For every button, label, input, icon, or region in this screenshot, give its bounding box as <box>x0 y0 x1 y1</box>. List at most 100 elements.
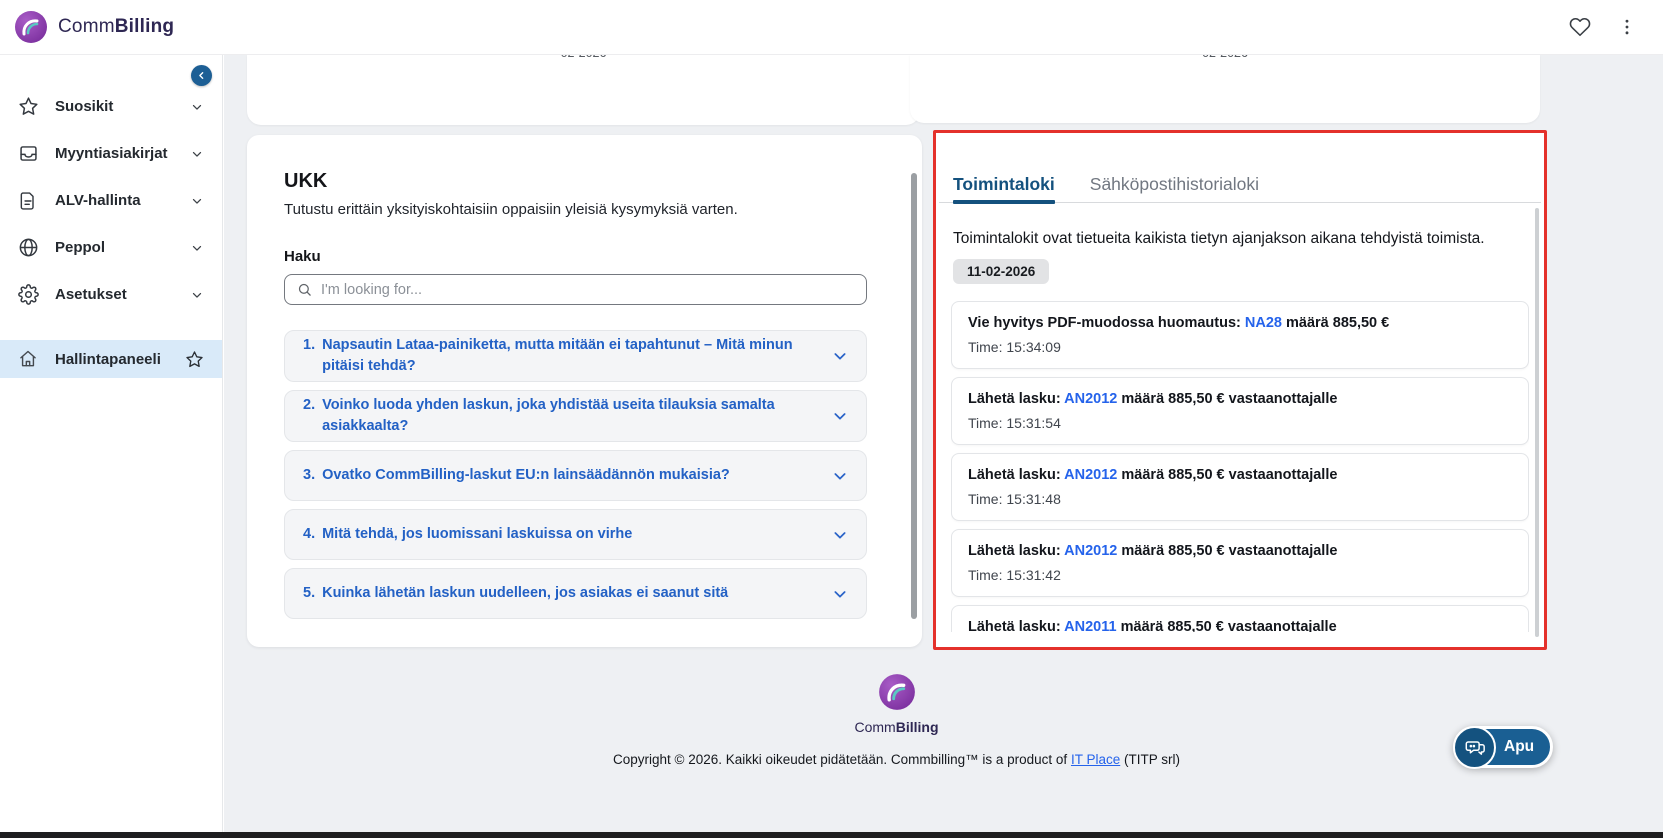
faq-search-input[interactable] <box>321 281 854 298</box>
faq-title: UKK <box>284 170 328 192</box>
sidebar-item-hallintapaneeli-active[interactable]: Hallintapaneeli <box>0 340 222 378</box>
document-icon <box>18 191 40 211</box>
log-entry: Vie hyvitys PDF-muodossa huomautus: NA28… <box>951 301 1529 369</box>
gear-icon <box>18 284 40 305</box>
log-entry-text: Lähetä lasku: AN2012 määrä 885,50 € vast… <box>968 467 1338 483</box>
log-entry-text: Lähetä lasku: AN2011 määrä 885,50 € vast… <box>968 618 1512 632</box>
sidebar-item-label: Peppol <box>55 239 106 256</box>
sidebar-item-asetukset[interactable]: Asetukset <box>0 271 222 318</box>
chevron-down-icon <box>832 348 848 364</box>
chevron-down-icon <box>190 147 204 161</box>
log-entry-ref-link[interactable]: NA28 <box>1245 315 1282 331</box>
chevron-down-icon <box>190 288 204 302</box>
sidebar-item-myyntiasiakirjat[interactable]: Myyntiasiakirjat <box>0 130 222 177</box>
log-entry-text: Vie hyvitys PDF-muodossa huomautus: NA28… <box>968 315 1390 331</box>
home-icon <box>18 349 40 369</box>
faq-item-question: Voinko luoda yhden laskun, joka yhdistää… <box>322 397 775 434</box>
log-entry-ref-link[interactable]: AN2011 <box>1064 619 1116 632</box>
activity-log-list: Vie hyvitys PDF-muodossa huomautus: NA28… <box>951 301 1529 632</box>
sidebar-item-suosikit[interactable]: Suosikit <box>0 83 222 130</box>
log-entry: Lähetä lasku: AN2012 määrä 885,50 € vast… <box>951 529 1529 597</box>
log-entry-time: Time: 15:31:48 <box>968 491 1061 507</box>
chart-card-left-partial: 02-2026 <box>247 55 920 125</box>
date-badge: 11-02-2026 <box>953 259 1050 284</box>
help-button[interactable]: Apu <box>1453 725 1554 769</box>
sidebar: Suosikit Myyntiasiakirjat ALV-hallinta P… <box>0 55 223 832</box>
faq-item-number: 5. <box>303 585 316 601</box>
tab-sahkopostihistorialoki[interactable]: Sähköpostihistorialoki <box>1090 174 1259 202</box>
log-entry-text: Lähetä lasku: AN2012 määrä 885,50 € vast… <box>968 543 1338 559</box>
faq-card: UKK Tutustu erittäin yksityiskohtaisiin … <box>247 135 922 647</box>
faq-item-question: Ovatko CommBilling-laskut EU:n lainsäädä… <box>322 467 730 483</box>
faq-item-question: Kuinka lähetän laskun uudelleen, jos asi… <box>322 585 729 601</box>
faq-scrollbar[interactable] <box>911 173 917 619</box>
it-place-link[interactable]: IT Place <box>1071 752 1120 767</box>
log-entry-ref-link[interactable]: AN2012 <box>1064 543 1117 559</box>
help-button-label: Apu <box>1504 738 1535 755</box>
favorite-star-icon[interactable] <box>185 350 204 369</box>
chart-x-axis-label: 02-2026 <box>247 55 920 60</box>
favorite-heart-icon[interactable] <box>1569 16 1591 38</box>
chevron-down-icon <box>832 527 848 543</box>
chevron-down-icon <box>190 241 204 255</box>
sidebar-item-peppol[interactable]: Peppol <box>0 224 222 271</box>
log-entry: Lähetä lasku: AN2011 määrä 885,50 € vast… <box>951 605 1529 632</box>
sidebar-item-label: Myyntiasiakirjat <box>55 145 168 162</box>
faq-accordion-item[interactable]: 5. Kuinka lähetän laskun uudelleen, jos … <box>284 568 867 619</box>
faq-search-box[interactable] <box>284 274 867 305</box>
brand-name: CommBilling <box>58 16 175 37</box>
log-entry-ref-link[interactable]: AN2012 <box>1064 391 1117 407</box>
faq-item-number: 1. <box>303 337 316 353</box>
chevron-down-icon <box>832 408 848 424</box>
main-content: 02-2026 02-2026 UKK Tutustu erittäin yks… <box>224 55 1663 832</box>
chart-x-axis-label: 02-2026 <box>910 55 1540 60</box>
faq-accordion-item[interactable]: 1. Napsautin Lataa-painiketta, mutta mit… <box>284 330 867 382</box>
footer-brand-name: CommBilling <box>854 719 939 735</box>
faq-accordion-item[interactable]: 4. Mitä tehdä, jos luomissani laskuissa … <box>284 509 867 560</box>
faq-item-question: Mitä tehdä, jos luomissani laskuissa on … <box>322 526 633 542</box>
chevron-down-icon <box>190 100 204 114</box>
log-entry-ref-link[interactable]: AN2012 <box>1064 467 1117 483</box>
brand-logo: CommBilling <box>14 10 174 44</box>
star-icon <box>18 96 40 117</box>
sidebar-item-label: ALV-hallinta <box>55 192 141 209</box>
search-icon <box>297 282 312 297</box>
faq-accordion-item[interactable]: 2. Voinko luoda yhden laskun, joka yhdis… <box>284 390 867 442</box>
chevron-down-icon <box>190 194 204 208</box>
inbox-icon <box>18 143 40 164</box>
log-entry-text: Lähetä lasku: AN2012 määrä 885,50 € vast… <box>968 391 1338 407</box>
tab-toimintaloki[interactable]: Toimintaloki <box>953 174 1055 204</box>
app-header: CommBilling <box>0 0 1663 55</box>
chevron-down-icon <box>832 468 848 484</box>
activity-log-panel-highlighted: Toimintaloki Sähköpostihistorialoki Toim… <box>933 130 1547 650</box>
sidebar-item-label: Asetukset <box>55 286 127 303</box>
activity-panel-scrollbar[interactable] <box>1535 208 1539 637</box>
kebab-menu-icon[interactable] <box>1617 17 1637 37</box>
copyright-text: Copyright © 2026. Kaikki oikeudet pidäte… <box>612 752 1180 767</box>
sidebar-item-label: Hallintapaneeli <box>55 350 161 368</box>
faq-list: 1. Napsautin Lataa-painiketta, mutta mit… <box>284 330 867 619</box>
faq-item-number: 4. <box>303 526 316 542</box>
page-footer: CommBilling Copyright © 2026. Kaikki oik… <box>224 673 1569 767</box>
commbilling-footer-logo-icon <box>878 673 916 711</box>
log-entry-time: Time: 15:34:09 <box>968 339 1061 355</box>
sidebar-item-label: Suosikit <box>55 98 114 115</box>
chat-bubbles-icon <box>1453 725 1496 769</box>
faq-item-number: 2. <box>303 397 316 413</box>
commbilling-logo-icon <box>14 10 48 44</box>
faq-accordion-item[interactable]: 3. Ovatko CommBilling-laskut EU:n lainsä… <box>284 450 867 501</box>
faq-subtitle: Tutustu erittäin yksityiskohtaisiin oppa… <box>284 201 738 218</box>
chart-card-right-partial: 02-2026 <box>910 55 1540 123</box>
search-label: Haku <box>284 248 321 265</box>
activity-tabs: Toimintaloki Sähköpostihistorialoki <box>953 174 1259 204</box>
globe-icon <box>18 237 40 258</box>
log-entry-time: Time: 15:31:54 <box>968 415 1061 431</box>
bottom-bar <box>0 832 1663 838</box>
sidebar-collapse-button[interactable] <box>191 65 212 86</box>
log-entry: Lähetä lasku: AN2012 määrä 885,50 € vast… <box>951 453 1529 521</box>
faq-item-question: Napsautin Lataa-painiketta, mutta mitään… <box>322 337 793 374</box>
chevron-down-icon <box>832 586 848 602</box>
log-entry-time: Time: 15:31:42 <box>968 567 1061 583</box>
sidebar-item-alv-hallinta[interactable]: ALV-hallinta <box>0 177 222 224</box>
log-entry: Lähetä lasku: AN2012 määrä 885,50 € vast… <box>951 377 1529 445</box>
